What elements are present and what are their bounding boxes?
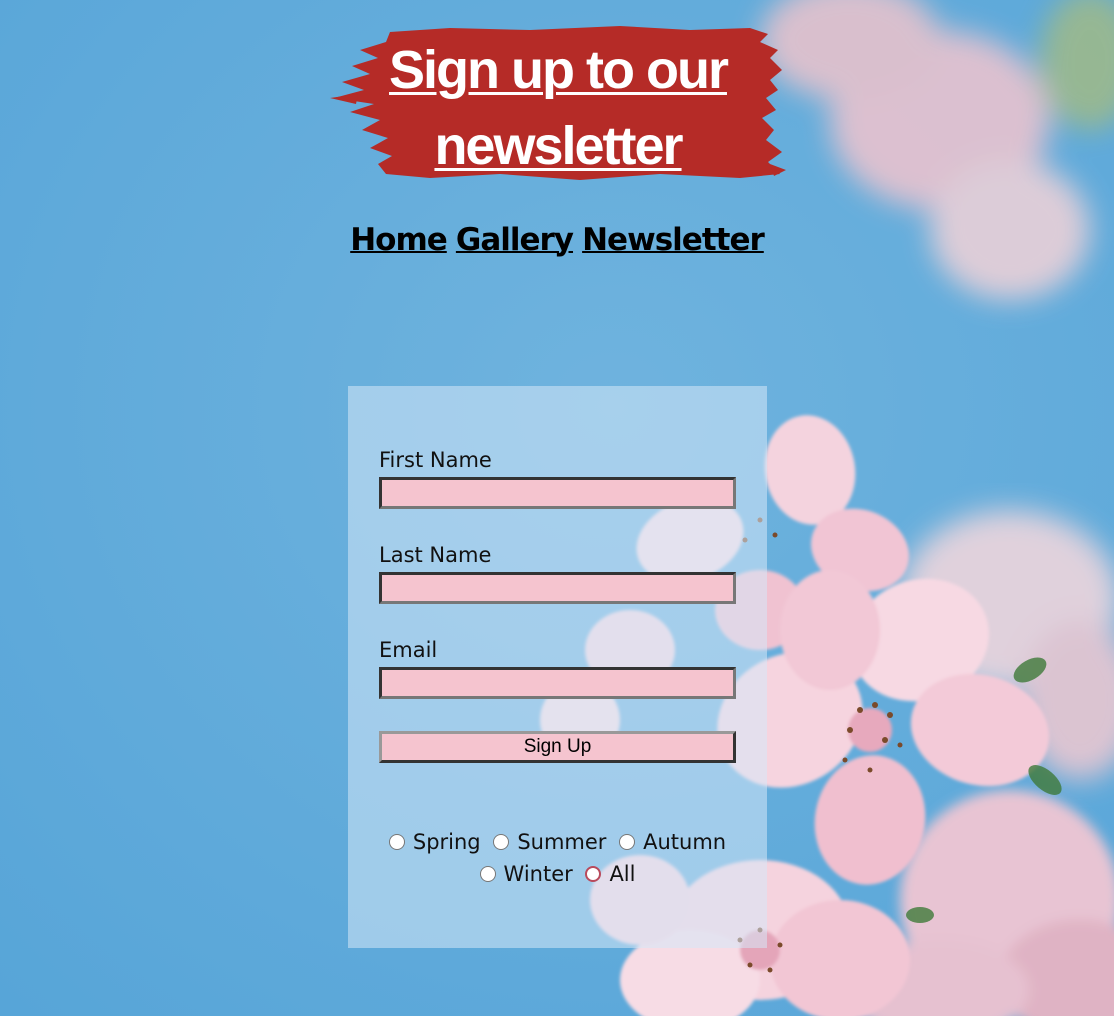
radio-button-icon[interactable] <box>619 834 636 850</box>
radio-button-selected-icon[interactable] <box>585 866 602 882</box>
season-row-1: Spring Summer Autumn <box>348 826 767 858</box>
nav-link-gallery[interactable]: Gallery <box>456 222 574 258</box>
last-name-label: Last Name <box>379 543 492 567</box>
season-label-summer: Summer <box>517 830 607 854</box>
nav-link-home[interactable]: Home <box>350 222 448 258</box>
season-label-all: All <box>609 862 636 886</box>
first-name-label: First Name <box>379 448 492 472</box>
season-row-2: Winter All <box>348 858 767 890</box>
season-option-all[interactable]: All <box>585 858 635 890</box>
sign-up-button[interactable]: Sign Up <box>379 731 736 763</box>
season-option-winter[interactable]: Winter <box>479 858 573 890</box>
first-name-field[interactable] <box>379 477 736 509</box>
radio-button-icon[interactable] <box>493 834 510 850</box>
season-option-summer[interactable]: Summer <box>493 826 606 858</box>
season-label-autumn: Autumn <box>643 830 727 854</box>
email-field[interactable] <box>379 667 736 699</box>
radio-button-icon[interactable] <box>479 866 496 882</box>
email-label: Email <box>379 638 438 662</box>
newsletter-banner: Sign up to our newsletter <box>330 24 786 184</box>
season-radio-group: Spring Summer Autumn Winter All <box>348 826 767 890</box>
season-option-autumn[interactable]: Autumn <box>619 826 726 858</box>
radio-button-icon[interactable] <box>388 834 405 850</box>
last-name-field[interactable] <box>379 572 736 604</box>
newsletter-signup-form: First Name Last Name Email Sign Up Sprin… <box>348 386 767 948</box>
main-navigation: Home Gallery Newsletter <box>0 222 1114 258</box>
season-option-spring[interactable]: Spring <box>388 826 481 858</box>
season-label-winter: Winter <box>503 862 573 886</box>
page-title: Sign up to our newsletter <box>389 40 729 176</box>
nav-link-newsletter[interactable]: Newsletter <box>582 222 765 258</box>
season-label-spring: Spring <box>412 830 481 854</box>
